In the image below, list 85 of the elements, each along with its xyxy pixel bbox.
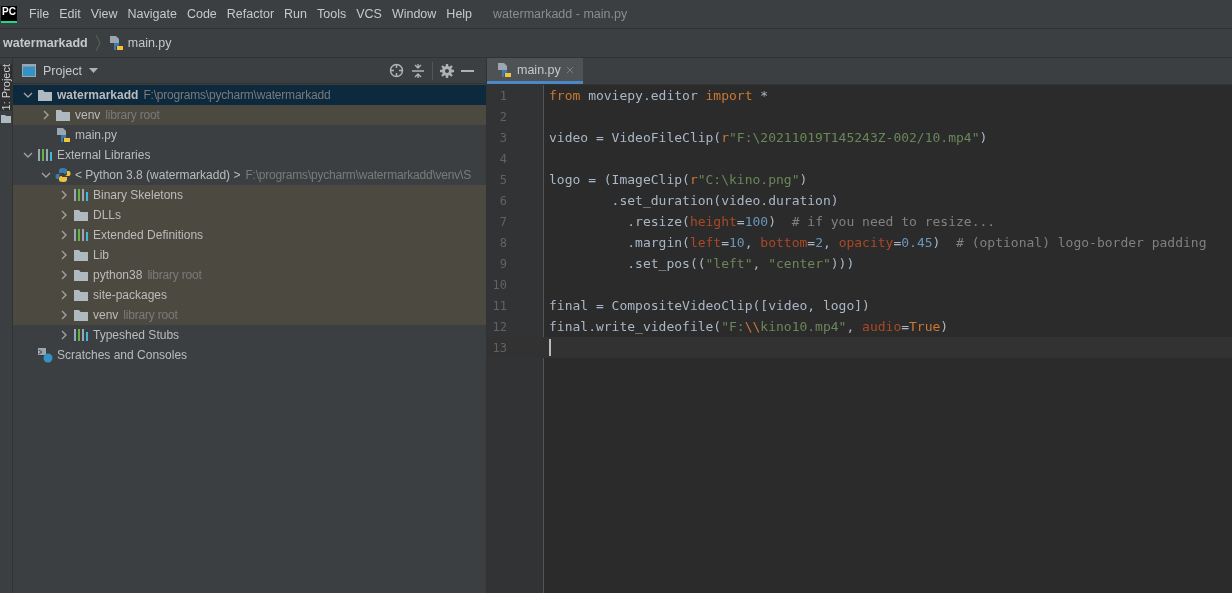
folder-icon: [73, 248, 89, 262]
menu-item[interactable]: View: [85, 7, 123, 21]
minimize-icon[interactable]: [461, 69, 474, 72]
tree-item-label: main.py: [75, 128, 118, 142]
tree-item-label: watermarkadd: [57, 88, 139, 102]
project-tool-tab[interactable]: 1: Project: [0, 64, 12, 111]
settings-icon[interactable]: [440, 63, 454, 78]
tree-item-label: Binary Skeletons: [93, 188, 184, 202]
menu-item[interactable]: VCS: [351, 7, 387, 21]
tree-item-label: Scratches and Consoles: [57, 348, 188, 362]
python-file-icon: [496, 61, 512, 78]
library-icon: [73, 328, 89, 342]
tree-item[interactable]: venv library root: [13, 105, 486, 125]
python-file-icon: [55, 127, 71, 143]
tree-item-label: Extended Definitions: [93, 228, 204, 242]
locate-icon[interactable]: [389, 63, 404, 78]
code-line: final.write_videofile("F:\\kino10.mp4", audio=True): [549, 319, 949, 334]
tree-item[interactable]: watermarkadd F:\programs\pycharm\watermarkadd: [13, 85, 486, 105]
code-line: logo = (ImageClip(r"C:\kino.png"): [549, 172, 808, 187]
folder-icon: [55, 108, 71, 122]
collapse-all-icon[interactable]: [411, 63, 425, 78]
library-icon: [37, 148, 53, 162]
tree-item[interactable]: Binary Skeletons: [13, 185, 486, 205]
folder-icon: [1, 114, 11, 124]
tree-item[interactable]: Lib: [13, 245, 486, 265]
breadcrumb-separator-icon: [94, 34, 101, 52]
menu-item[interactable]: Help: [441, 7, 478, 21]
menu-item[interactable]: Tools: [312, 7, 352, 21]
tree-item-label: External Libraries: [57, 148, 151, 162]
menu-item[interactable]: Refactor: [221, 7, 280, 21]
tree-item[interactable]: site-packages: [13, 285, 486, 305]
window-title: watermarkadd - main.py: [493, 7, 628, 21]
editor-tab[interactable]: main.py: [487, 58, 583, 84]
menu-item[interactable]: Window: [386, 7, 442, 21]
path-hint: F:\programs\pycharm\watermarkadd: [143, 88, 331, 102]
code-line: .margin(left=10, bottom=2, opacity=0.45) # (optional) logo-border padding: [626, 235, 1207, 250]
code-line: .set_pos(("left", "center"))): [626, 256, 855, 271]
menu-item[interactable]: File: [24, 7, 55, 21]
tree-item-label: Lib: [93, 248, 109, 262]
tree-item[interactable]: Scratches and Consoles: [13, 345, 486, 365]
code-line: video = VideoFileClip(r"F:\20211019T145243Z-002/10.mp4"): [549, 130, 988, 145]
tree-item-label: DLLs: [93, 208, 121, 222]
project-view-icon: [22, 64, 36, 77]
tree-item[interactable]: Extended Definitions: [13, 225, 486, 245]
menu-item[interactable]: Edit: [54, 7, 86, 21]
folder-icon: [73, 208, 89, 222]
app-logo: PC: [1, 5, 17, 23]
library-icon: [73, 228, 89, 242]
tree-item[interactable]: < Python 3.8 (watermarkadd) > F:\programs\pycharm\watermarkadd\venv\S: [13, 165, 486, 185]
dropdown-caret-icon[interactable]: [88, 68, 98, 73]
tree-item[interactable]: venv library root: [13, 305, 486, 325]
folder-icon: [37, 88, 53, 102]
path-hint: F:\programs\pycharm\watermarkadd\venv\S: [245, 168, 472, 182]
tree-item-label: venv: [93, 308, 119, 322]
tree-item-label: Typeshed Stubs: [93, 328, 180, 342]
tree-item[interactable]: main.py: [13, 125, 486, 145]
scratches-icon: [37, 347, 53, 363]
text-cursor: [549, 339, 551, 356]
tree-item-label: python38: [93, 268, 143, 282]
code-line: .set_duration(video.duration): [610, 193, 839, 208]
library-icon: [73, 188, 89, 202]
path-hint: library root: [147, 268, 202, 282]
menu-item[interactable]: Navigate: [122, 7, 182, 21]
tree-item-label: venv: [75, 108, 101, 122]
python-file-icon: [107, 35, 124, 51]
menu-item[interactable]: Code: [181, 7, 222, 21]
tree-item-label: site-packages: [93, 288, 168, 302]
panel-title[interactable]: Project: [43, 63, 82, 78]
tree-item[interactable]: External Libraries: [13, 145, 486, 165]
path-hint: library root: [123, 308, 178, 322]
folder-icon: [73, 288, 89, 302]
code-line: from moviepy.editor import *: [549, 88, 769, 103]
tree-item-label: < Python 3.8 (watermarkadd) >: [75, 168, 241, 182]
tree-item[interactable]: DLLs: [13, 205, 486, 225]
code-line: final = CompositeVideoClip([video, logo]): [549, 298, 870, 313]
path-hint: library root: [105, 108, 160, 122]
breadcrumb-item[interactable]: watermarkadd: [3, 36, 88, 50]
folder-icon: [73, 308, 89, 322]
code-line: .resize(height=100) # if you need to resize...: [626, 214, 996, 229]
python-logo-icon: [55, 167, 71, 183]
tree-item[interactable]: python38 library root: [13, 265, 486, 285]
menu-item[interactable]: Run: [279, 7, 312, 21]
tree-item[interactable]: Typeshed Stubs: [13, 325, 486, 345]
folder-icon: [73, 268, 89, 282]
breadcrumb-item[interactable]: main.py: [127, 36, 172, 50]
